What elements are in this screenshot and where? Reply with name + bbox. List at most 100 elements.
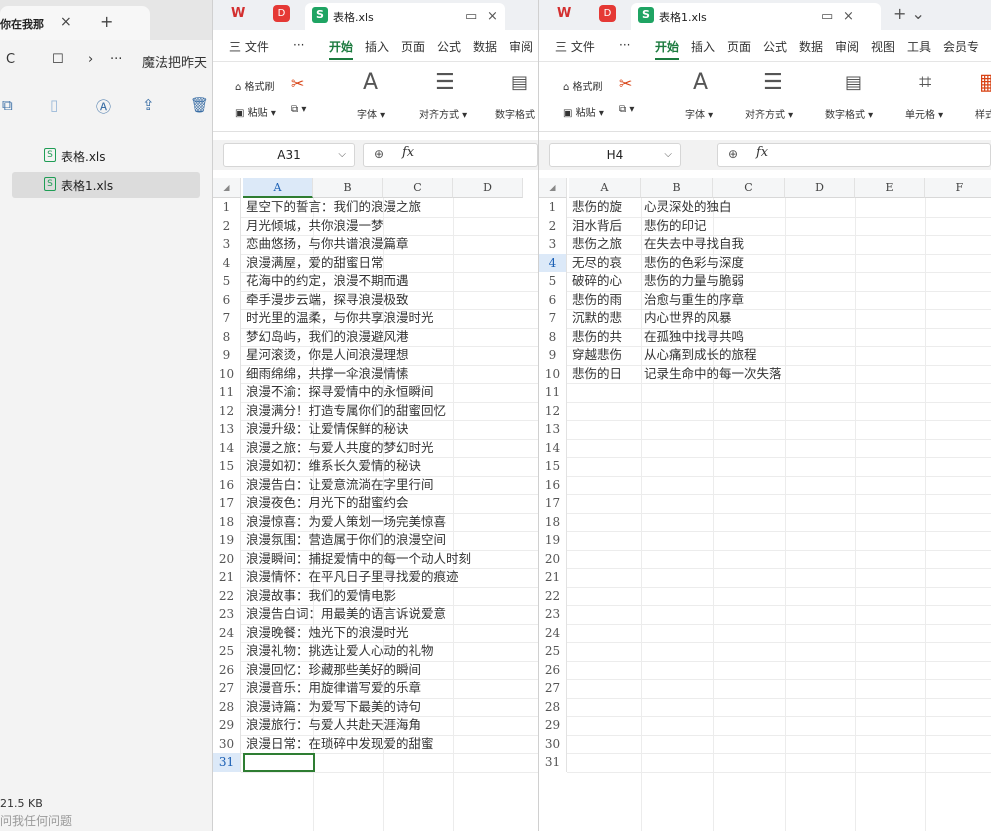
row-header[interactable]: 4 (539, 253, 567, 272)
table-cell[interactable]: 沉默的悲 (572, 309, 640, 328)
menu-formula[interactable]: 公式 (437, 38, 461, 55)
cut-icon[interactable]: ✂ (619, 74, 632, 93)
table-cell[interactable]: 悲伤的雨 (572, 291, 640, 310)
table-cell[interactable]: 悲伤的力量与脆弱 (644, 272, 744, 291)
column-header[interactable]: B (641, 178, 713, 198)
table-cell[interactable]: 悲伤的旋 (572, 198, 640, 217)
column-header[interactable]: C (713, 178, 785, 198)
table-cell[interactable]: 悲伤的印记 (644, 217, 707, 236)
row-header[interactable]: 31 (213, 753, 241, 772)
table-cell[interactable]: 浪漫升级：让爱情保鲜的秘诀 (246, 420, 409, 439)
column-header[interactable]: D (453, 178, 523, 198)
column-header[interactable]: C (383, 178, 453, 198)
row-header[interactable]: 23 (213, 605, 241, 624)
table-cell[interactable]: 星河滚烫，你是人间浪漫理想 (246, 346, 409, 365)
name-box[interactable]: H4 ⌵ (549, 143, 681, 167)
row-header[interactable]: 2 (213, 216, 241, 235)
fx-icon[interactable]: fx (756, 145, 768, 160)
menu-data[interactable]: 数据 (473, 38, 497, 55)
table-cell[interactable]: 悲伤之旅 (572, 235, 640, 254)
menu-insert[interactable]: 插入 (691, 38, 715, 55)
row-header[interactable]: 15 (539, 457, 567, 476)
format-painter-button[interactable]: ⌂ 格式刷 (563, 78, 603, 93)
tab-monitor-icon[interactable]: ▭ (821, 9, 833, 24)
active-cell[interactable] (243, 753, 315, 772)
refresh-icon[interactable]: C (6, 52, 15, 67)
row-header[interactable]: 6 (539, 290, 567, 309)
font-button[interactable]: 字体 ▾ (685, 106, 713, 121)
row-header[interactable]: 19 (539, 531, 567, 550)
table-cell[interactable]: 浪漫音乐：用旋律谱写爱的乐章 (246, 679, 421, 698)
table-cell[interactable]: 浪漫回忆：珍藏那些美好的瞬间 (246, 661, 421, 680)
row-header[interactable]: 12 (213, 401, 241, 420)
zoom-search-icon[interactable]: ⊕ (728, 147, 738, 161)
number-format-button[interactable]: 数字格式 (495, 106, 535, 121)
chevron-down-icon[interactable]: ⌵ (664, 144, 672, 166)
align-button[interactable]: 对齐方式 ▾ (745, 106, 793, 121)
column-header[interactable]: F (925, 178, 991, 198)
style-button[interactable]: 样式 (975, 106, 991, 121)
paste-button[interactable]: ▣ 粘贴 ▾ (235, 104, 276, 119)
file-item-selected[interactable]: S 表格1.xls (12, 172, 200, 198)
table-cell[interactable]: 悲伤的日 (572, 365, 640, 384)
tab-monitor-icon[interactable]: ▭ (465, 9, 477, 24)
menu-home[interactable]: 开始 (655, 38, 680, 60)
close-icon[interactable]: × (487, 9, 498, 24)
rename-icon[interactable]: Ⓐ (96, 96, 111, 117)
table-cell[interactable]: 悲伤的共 (572, 328, 640, 347)
align-button[interactable]: 对齐方式 ▾ (419, 106, 467, 121)
row-header[interactable]: 10 (539, 364, 567, 383)
row-header[interactable]: 8 (213, 327, 241, 346)
row-header[interactable]: 25 (213, 642, 241, 661)
formula-input[interactable]: ⊕ fx (363, 143, 538, 167)
menu-insert[interactable]: 插入 (365, 38, 389, 55)
table-cell[interactable]: 悲伤的色彩与深度 (644, 254, 744, 273)
menu-page[interactable]: 页面 (727, 38, 751, 55)
table-cell[interactable]: 星空下的誓言：我们的浪漫之旅 (246, 198, 421, 217)
row-header[interactable]: 23 (539, 605, 567, 624)
font-icon[interactable]: A (363, 70, 378, 95)
more-icon[interactable]: ··· (110, 52, 122, 67)
name-box[interactable]: A31 ⌵ (223, 143, 355, 167)
row-header[interactable]: 10 (213, 364, 241, 383)
number-format-icon[interactable]: ▤ (511, 72, 528, 93)
table-cell[interactable]: 月光倾城，共你浪漫一梦 (246, 217, 384, 236)
table-cell[interactable]: 破碎的心 (572, 272, 640, 291)
row-header[interactable]: 11 (539, 383, 567, 402)
row-header[interactable]: 31 (539, 753, 567, 772)
wps-logo-icon[interactable]: W (231, 6, 245, 21)
menu-view[interactable]: 视图 (871, 38, 895, 55)
select-all-corner[interactable]: ◢ (539, 178, 567, 198)
ask-prompt[interactable]: 问我任何问题 (0, 812, 72, 829)
row-header[interactable]: 27 (539, 679, 567, 698)
row-header[interactable]: 29 (213, 716, 241, 735)
paste-icon[interactable]: ▯ (50, 96, 58, 114)
cell-icon[interactable]: ⌗ (919, 70, 931, 95)
add-tab-icon[interactable]: + ⌄ (893, 4, 925, 23)
docer-icon[interactable]: D (599, 5, 616, 22)
table-cell[interactable]: 内心世界的风暴 (644, 309, 732, 328)
row-header[interactable]: 21 (539, 568, 567, 587)
table-cell[interactable]: 浪漫诗篇：为爱写下最美的诗句 (246, 698, 421, 717)
table-cell[interactable]: 从心痛到成长的旅程 (644, 346, 757, 365)
row-header[interactable]: 13 (539, 420, 567, 439)
menu-formula[interactable]: 公式 (763, 38, 787, 55)
row-header[interactable]: 21 (213, 568, 241, 587)
row-header[interactable]: 26 (213, 660, 241, 679)
menu-review[interactable]: 审阅 (835, 38, 859, 55)
row-header[interactable]: 18 (213, 512, 241, 531)
row-header[interactable]: 28 (539, 697, 567, 716)
share-icon[interactable]: ⇪ (142, 96, 155, 114)
format-painter-button[interactable]: ⌂ 格式刷 (235, 78, 275, 93)
menu-file[interactable]: 三 文件 (555, 38, 595, 55)
row-header[interactable]: 29 (539, 716, 567, 735)
row-header[interactable]: 30 (539, 734, 567, 753)
zoom-search-icon[interactable]: ⊕ (374, 147, 384, 161)
row-header[interactable]: 14 (213, 438, 241, 457)
table-cell[interactable]: 浪漫惊喜：为爱人策划一场完美惊喜 (246, 513, 446, 532)
table-cell[interactable]: 在失去中寻找自我 (644, 235, 744, 254)
table-cell[interactable]: 浪漫旅行：与爱人共赴天涯海角 (246, 716, 421, 735)
row-header[interactable]: 7 (539, 309, 567, 328)
cell-button[interactable]: 单元格 ▾ (905, 106, 943, 121)
row-header[interactable]: 3 (539, 235, 567, 254)
